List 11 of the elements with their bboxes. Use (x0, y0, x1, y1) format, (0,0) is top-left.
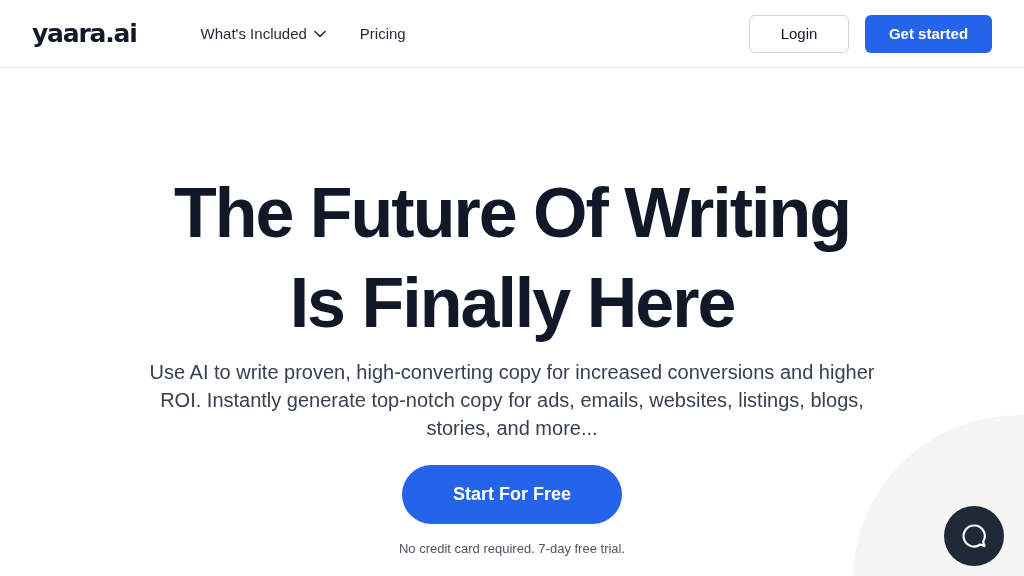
hero-title: Is Finally Here (289, 263, 735, 344)
nav-link[interactable]: Pricing (359, 25, 406, 42)
hero-subtitle: Use AI to write proven, high-converting copy for increased conversions and higher ROI. Instantly generate top-notch copy for ads, emails, websites, listings, blogs, stories, and more... (148, 360, 876, 441)
login-button[interactable]: Login (749, 14, 849, 53)
start-for-free-button[interactable]: Start For Free (402, 465, 622, 524)
nav-link[interactable]: What's Included (200, 25, 326, 42)
chat-bubble-icon (961, 523, 987, 549)
trial-note: No credit card required. 7-day free trial. (398, 541, 626, 556)
hero-title: The Future Of Writing (173, 173, 851, 254)
logo[interactable]: yaara.ai (32, 19, 137, 48)
get-started-button[interactable]: Get started (865, 14, 992, 53)
